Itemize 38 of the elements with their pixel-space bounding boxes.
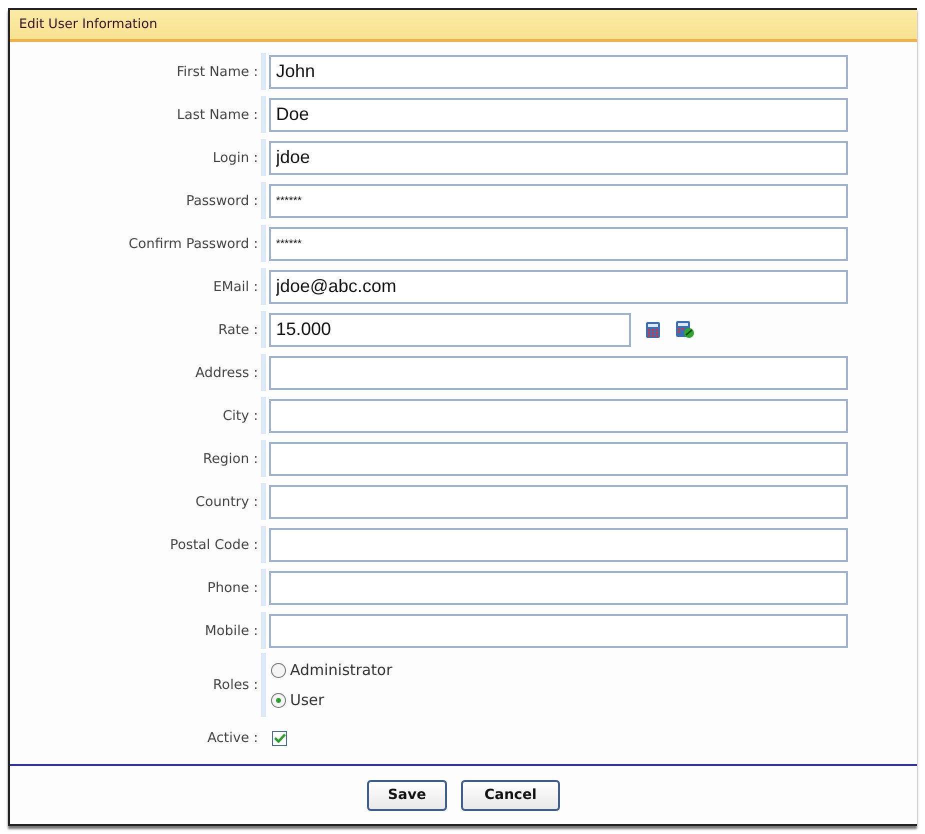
rate-field[interactable]: 15.000: [269, 312, 631, 346]
field-label: Rate :: [217, 322, 259, 338]
field-label: Password :: [185, 192, 259, 208]
field-label: First Name :: [176, 64, 259, 80]
radio-button[interactable]: [271, 692, 286, 708]
text-field[interactable]: [269, 442, 848, 476]
field-label: Confirm Password :: [128, 236, 259, 252]
field-label: Mobile :: [204, 622, 259, 638]
checkbox[interactable]: [272, 730, 287, 746]
field-label: Last Name :: [176, 106, 259, 122]
password-field[interactable]: ******: [269, 184, 848, 218]
radio-label: Administrator: [290, 661, 392, 679]
field-label: EMail :: [212, 278, 259, 294]
text-field[interactable]: [269, 614, 848, 648]
text-field[interactable]: [269, 484, 848, 518]
radio-button[interactable]: [271, 662, 286, 678]
field-label: Country :: [194, 494, 259, 510]
calculator-check-icon[interactable]: [675, 320, 695, 339]
panel-title: Edit User Information: [19, 17, 158, 32]
field-label: Login :: [212, 150, 259, 166]
text-field[interactable]: [269, 528, 848, 562]
save-button[interactable]: Save: [367, 780, 447, 810]
field-label: Active :: [206, 730, 259, 746]
field-label: Phone :: [206, 580, 259, 596]
text-field[interactable]: [269, 570, 848, 604]
calculator-icon[interactable]: [645, 320, 661, 338]
cancel-button[interactable]: Cancel: [461, 780, 560, 810]
text-field[interactable]: [269, 356, 848, 390]
radio-label: User: [290, 691, 324, 709]
field-label: Roles :: [212, 677, 259, 693]
field-label: Postal Code :: [169, 536, 259, 552]
text-field[interactable]: John: [269, 54, 848, 88]
password-field[interactable]: ******: [269, 226, 848, 260]
field-label: Region :: [202, 450, 259, 466]
text-field[interactable]: [269, 398, 848, 432]
text-field[interactable]: Doe: [269, 98, 848, 132]
field-label: City :: [222, 408, 259, 424]
field-label: Address :: [194, 364, 259, 380]
